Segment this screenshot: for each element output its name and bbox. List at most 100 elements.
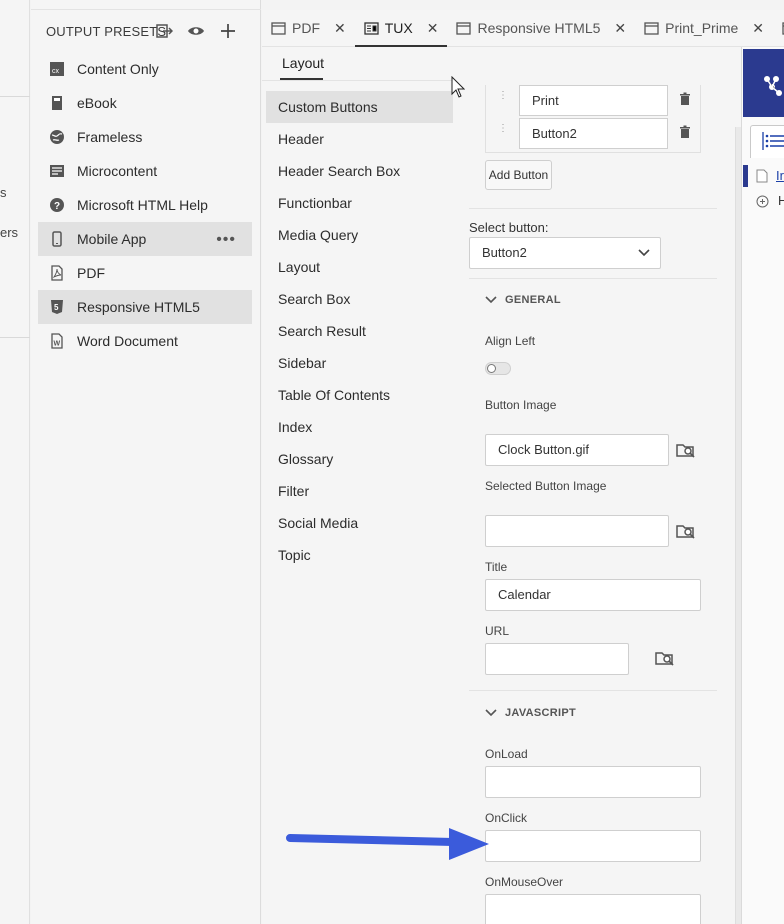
layout-item-layout[interactable]: Layout bbox=[266, 251, 453, 283]
tab-pdf[interactable]: PDF ✕ bbox=[262, 10, 355, 46]
layout-item-header-search-box[interactable]: Header Search Box bbox=[266, 155, 453, 187]
preset-item[interactable]: Frameless bbox=[38, 120, 252, 154]
toc-tab[interactable] bbox=[750, 125, 784, 158]
preset-item[interactable]: cx Content Only bbox=[38, 52, 252, 86]
layout-item-custom-buttons[interactable]: Custom Buttons bbox=[266, 91, 453, 123]
button-name-field[interactable]: Print bbox=[519, 85, 668, 116]
document-icon bbox=[456, 21, 472, 35]
select-button-value: Button2 bbox=[482, 245, 527, 260]
layout-item-glossary[interactable]: Glossary bbox=[266, 443, 453, 475]
general-section-header[interactable]: GENERAL bbox=[485, 294, 561, 306]
layout-item-media-query[interactable]: Media Query bbox=[266, 219, 453, 251]
chevron-down-icon bbox=[485, 296, 497, 304]
expand-icon[interactable] bbox=[756, 195, 769, 208]
word-icon: W bbox=[49, 333, 65, 349]
preset-item-label: Frameless bbox=[77, 129, 143, 145]
browse-folder-icon[interactable] bbox=[655, 649, 675, 667]
onload-label: OnLoad bbox=[485, 747, 528, 761]
tab-print-prime[interactable]: Print_Prime ✕ bbox=[635, 10, 773, 46]
layout-item-search-box[interactable]: Search Box bbox=[266, 283, 453, 315]
custom-button-list: ⋮ Print ⋮ Button2 bbox=[485, 85, 701, 153]
html5-icon: 5 bbox=[49, 299, 65, 315]
select-button-dropdown[interactable]: Button2 bbox=[469, 237, 661, 269]
close-icon[interactable]: ✕ bbox=[334, 20, 346, 37]
button-row: ⋮ Print bbox=[486, 85, 702, 118]
tab-label: Responsive HTML5 bbox=[477, 20, 601, 36]
document-icon bbox=[364, 21, 379, 35]
properties-panel: ⋮ Print ⋮ Button2 Add Button Select butt… bbox=[453, 47, 741, 924]
svg-text:W: W bbox=[54, 341, 61, 348]
add-icon[interactable] bbox=[219, 22, 237, 40]
drag-handle-icon[interactable]: ⋮ bbox=[498, 91, 508, 107]
select-button-label: Select button: bbox=[469, 220, 549, 235]
annotation-arrow-icon bbox=[286, 828, 489, 860]
tab-tux[interactable]: TUX ✕ bbox=[354, 10, 448, 47]
tab-responsive-html5[interactable]: Responsive HTML5 ✕ bbox=[447, 10, 635, 46]
layout-item-social-media[interactable]: Social Media bbox=[266, 507, 453, 539]
layout-item-index[interactable]: Index bbox=[266, 411, 453, 443]
truncated-label: ers bbox=[0, 225, 19, 240]
svg-text:cx: cx bbox=[52, 68, 60, 75]
button-image-input[interactable]: Clock Button.gif bbox=[485, 434, 669, 466]
onclick-input[interactable] bbox=[485, 830, 701, 862]
browse-folder-icon[interactable] bbox=[676, 522, 696, 540]
tab-label: PDF bbox=[292, 20, 320, 36]
divider bbox=[0, 337, 30, 338]
trash-icon[interactable] bbox=[679, 125, 691, 139]
preset-item[interactable]: Mobile App ••• bbox=[38, 222, 252, 256]
chevron-down-icon bbox=[638, 249, 650, 257]
add-button[interactable]: Add Button bbox=[485, 160, 552, 190]
onmouseover-input[interactable] bbox=[485, 894, 701, 924]
preset-item-label: PDF bbox=[77, 265, 105, 281]
preset-item[interactable]: ? Microsoft HTML Help bbox=[38, 188, 252, 222]
more-options-icon[interactable]: ••• bbox=[216, 231, 236, 249]
preset-item[interactable]: W Word Document bbox=[38, 324, 252, 358]
preview-link[interactable]: Ir bbox=[776, 168, 784, 183]
close-icon[interactable]: ✕ bbox=[614, 20, 626, 37]
preset-item[interactable]: Microcontent bbox=[38, 154, 252, 188]
trash-icon[interactable] bbox=[679, 92, 691, 106]
tab-layout[interactable]: Layout bbox=[282, 55, 324, 71]
editor-tabs: PDF ✕ TUX ✕ Responsive HTML5 ✕ Print_Prime ✕ Co bbox=[262, 10, 784, 47]
ebook-icon bbox=[49, 95, 65, 111]
javascript-section-header[interactable]: JAVASCRIPT bbox=[485, 707, 576, 719]
close-icon[interactable]: ✕ bbox=[752, 20, 764, 37]
layout-item-sidebar[interactable]: Sidebar bbox=[266, 347, 453, 379]
output-presets-header: OUTPUT PRESETS bbox=[46, 24, 167, 39]
layout-item-table-of-contents[interactable]: Table Of Contents bbox=[266, 379, 453, 411]
onmouseover-label: OnMouseOver bbox=[485, 875, 564, 889]
layout-item-functionbar[interactable]: Functionbar bbox=[266, 187, 453, 219]
tab-co[interactable]: Co bbox=[773, 10, 784, 46]
preset-item[interactable]: eBook bbox=[38, 86, 252, 120]
close-icon[interactable]: ✕ bbox=[427, 20, 439, 37]
preset-item[interactable]: PDF bbox=[38, 256, 252, 290]
svg-text:?: ? bbox=[54, 201, 60, 212]
left-pane-strip: s ers bbox=[0, 0, 30, 924]
drag-handle-icon[interactable]: ⋮ bbox=[498, 124, 508, 140]
preset-item-label: Mobile App bbox=[77, 231, 147, 247]
onload-input[interactable] bbox=[485, 766, 701, 798]
layout-item-topic[interactable]: Topic bbox=[266, 539, 453, 571]
preset-item-label: Responsive HTML5 bbox=[77, 299, 200, 315]
title-input[interactable]: Calendar bbox=[485, 579, 701, 611]
layout-item-filter[interactable]: Filter bbox=[266, 475, 453, 507]
url-label: URL bbox=[485, 624, 510, 638]
align-left-toggle[interactable] bbox=[485, 362, 511, 375]
eye-icon[interactable] bbox=[187, 22, 205, 40]
layout-category-list: Custom Buttons Header Header Search Box Fun… bbox=[266, 91, 453, 571]
pdf-icon bbox=[49, 265, 65, 281]
browse-folder-icon[interactable] bbox=[676, 441, 696, 459]
export-icon[interactable] bbox=[155, 22, 174, 40]
preview-item: H bbox=[778, 193, 784, 208]
document-icon bbox=[271, 21, 286, 35]
document-icon bbox=[644, 21, 659, 35]
chevron-down-icon bbox=[485, 709, 497, 717]
layout-item-search-result[interactable]: Search Result bbox=[266, 315, 453, 347]
button-name-field[interactable]: Button2 bbox=[519, 118, 668, 149]
selected-button-image-input[interactable] bbox=[485, 515, 669, 547]
page-icon bbox=[756, 169, 768, 183]
layout-item-header[interactable]: Header bbox=[266, 123, 453, 155]
align-left-label: Align Left bbox=[485, 334, 536, 348]
preset-item[interactable]: 5 Responsive HTML5 bbox=[38, 290, 252, 324]
url-input[interactable] bbox=[485, 643, 629, 675]
